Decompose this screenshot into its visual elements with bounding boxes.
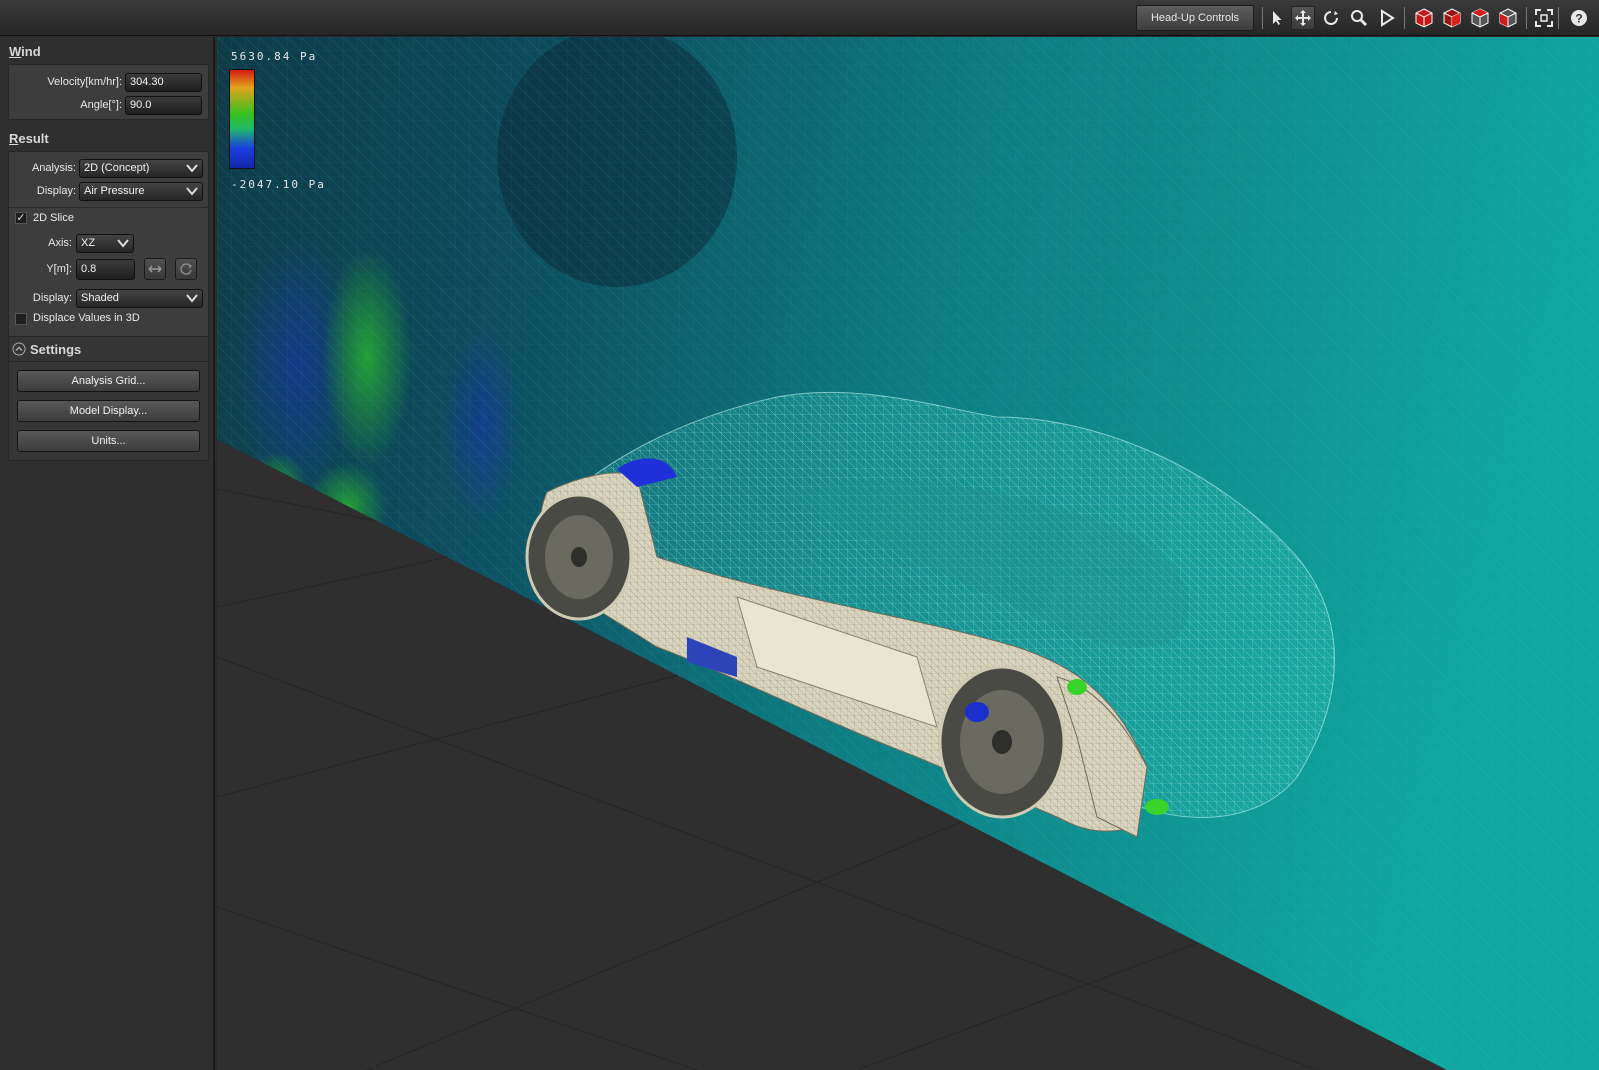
zoom-icon[interactable] <box>1347 6 1371 30</box>
chevron-down-icon <box>186 164 198 173</box>
section-divider <box>9 361 208 362</box>
analysis-dropdown[interactable]: 2D (Concept) <box>79 159 203 178</box>
2d-slice-checkbox[interactable]: ✓ <box>15 212 27 224</box>
legend-min-label: -2047.10 Pa <box>231 178 326 191</box>
displace-values-label: Displace Values in 3D <box>33 312 140 324</box>
analysis-value: 2D (Concept) <box>84 162 150 174</box>
refresh-icon <box>180 263 193 275</box>
head-up-controls-button[interactable]: Head-Up Controls <box>1136 5 1254 31</box>
chevron-down-icon <box>186 187 198 196</box>
slice-flip-button[interactable] <box>144 258 166 280</box>
front-wheel <box>525 493 633 621</box>
pressure-color-legend <box>229 69 255 169</box>
wind-section-title: Wind <box>9 44 41 59</box>
fit-view-icon[interactable] <box>1532 6 1556 30</box>
shade-display-dropdown[interactable]: Shaded <box>76 289 203 308</box>
section-divider <box>9 207 208 208</box>
chevron-down-icon <box>186 294 198 303</box>
axis-dropdown[interactable]: XZ <box>76 234 134 253</box>
y-position-label: Y[m]: <box>46 263 72 275</box>
legend-max-label: 5630.84 Pa <box>231 50 318 63</box>
toolbar-separator <box>1404 7 1405 29</box>
play-icon[interactable] <box>1375 6 1399 30</box>
model-display-button[interactable]: Model Display... <box>17 400 200 422</box>
axis-label: Axis: <box>48 237 72 249</box>
shade-display-value: Shaded <box>81 292 119 304</box>
analysis-label: Analysis: <box>31 162 76 174</box>
view-cube-front-icon[interactable] <box>1412 6 1436 30</box>
slice-reset-button[interactable] <box>175 258 197 280</box>
velocity-label: Velocity[km/hr]: <box>47 76 122 88</box>
settings-section-title: Settings <box>30 342 82 357</box>
toolbar-separator <box>1262 7 1263 29</box>
display-label: Display: <box>36 185 76 197</box>
velocity-input[interactable]: 304.30 <box>125 73 202 92</box>
select-arrow-icon[interactable] <box>1265 6 1289 30</box>
rear-wheel <box>938 665 1066 819</box>
displace-values-checkbox[interactable] <box>15 313 27 325</box>
orbit-icon[interactable] <box>1319 6 1343 30</box>
2d-slice-label: 2D Slice <box>33 212 74 224</box>
units-button[interactable]: Units... <box>17 430 200 452</box>
view-cube-top-icon[interactable] <box>1468 6 1492 30</box>
analysis-grid-button[interactable]: Analysis Grid... <box>17 370 200 392</box>
view-cube-side-icon[interactable] <box>1440 6 1464 30</box>
collapse-chevron-icon[interactable] <box>12 342 26 356</box>
result-section-title: Result <box>9 131 49 146</box>
display-dropdown[interactable]: Air Pressure <box>79 182 203 201</box>
toolbar-separator <box>1526 7 1527 29</box>
toolbar-separator <box>1558 7 1559 29</box>
chevron-down-icon <box>117 239 129 248</box>
top-toolbar: Head-Up Controls ? <box>0 0 1599 36</box>
arrows-horizontal-icon <box>148 265 162 273</box>
3d-viewport[interactable]: 5630.84 Pa -2047.10 Pa <box>217 37 1599 1070</box>
help-icon[interactable]: ? <box>1567 6 1591 30</box>
view-cube-iso-icon[interactable] <box>1496 6 1520 30</box>
axis-value: XZ <box>81 237 96 249</box>
y-position-input[interactable]: 0.8 <box>76 259 135 280</box>
display-value: Air Pressure <box>84 185 145 197</box>
wind-tunnel-scene <box>217 37 1599 1070</box>
pan-icon[interactable] <box>1291 6 1315 30</box>
svg-text:?: ? <box>1575 12 1582 26</box>
properties-panel: Wind Velocity[km/hr]: 304.30 Angle[°]: 9… <box>0 37 215 1070</box>
shade-display-label: Display: <box>32 292 72 304</box>
angle-input[interactable]: 90.0 <box>125 96 202 115</box>
angle-label: Angle[°]: <box>80 99 122 111</box>
